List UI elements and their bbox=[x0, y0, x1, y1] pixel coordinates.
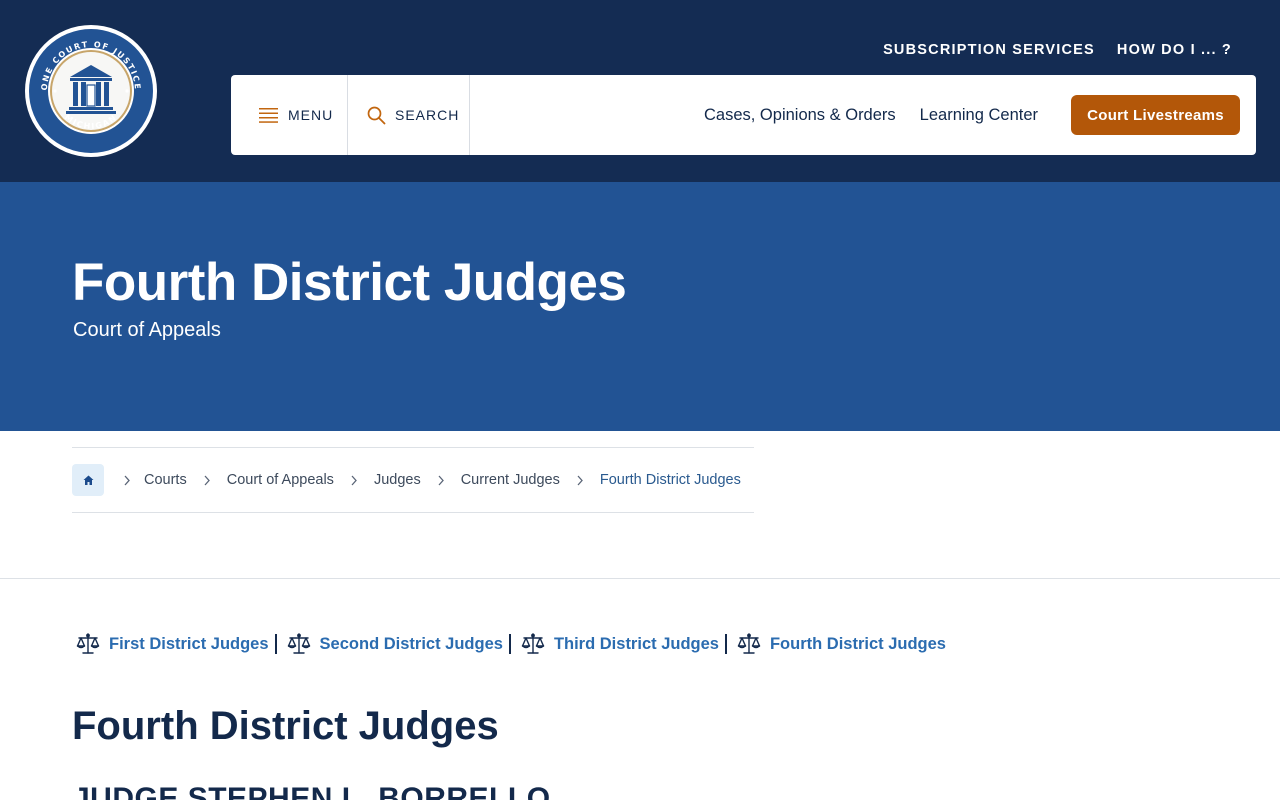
primary-links: Cases, Opinions & Orders Learning Center bbox=[704, 75, 1038, 155]
scales-icon bbox=[76, 633, 100, 654]
how-do-i-link[interactable]: HOW DO I ... ? bbox=[1117, 42, 1232, 58]
menu-label: MENU bbox=[288, 107, 334, 123]
breadcrumb-home[interactable] bbox=[72, 464, 104, 496]
first-district-link[interactable]: First District Judges bbox=[76, 632, 269, 656]
search-label: SEARCH bbox=[395, 107, 460, 123]
district-label: Third District Judges bbox=[553, 634, 719, 653]
third-district-link[interactable]: Third District Judges bbox=[521, 632, 719, 656]
judge-name: JUDGE STEPHEN L. BORRELLO bbox=[73, 782, 551, 800]
chevron-right-icon bbox=[118, 470, 136, 490]
second-district-link[interactable]: Second District Judges bbox=[287, 632, 503, 656]
district-label: First District Judges bbox=[109, 634, 269, 653]
learning-center-link[interactable]: Learning Center bbox=[920, 106, 1038, 125]
page-hero: Fourth District Judges Court of Appeals bbox=[0, 182, 1280, 431]
breadcrumb-courts[interactable]: Courts bbox=[144, 472, 187, 488]
chevron-right-icon bbox=[421, 470, 461, 490]
chevron-right-icon bbox=[187, 470, 227, 490]
breadcrumb: Courts Court of Appeals Judges Current J… bbox=[72, 447, 754, 513]
separator bbox=[274, 634, 277, 654]
district-label: Second District Judges bbox=[319, 634, 503, 653]
utility-nav: SUBSCRIPTION SERVICES HOW DO I ... ? bbox=[883, 42, 1232, 58]
search-icon bbox=[367, 106, 386, 124]
hamburger-icon bbox=[259, 108, 278, 123]
breadcrumb-judges[interactable]: Judges bbox=[374, 472, 421, 488]
section-title: Fourth District Judges bbox=[72, 704, 499, 748]
search-button[interactable]: SEARCH bbox=[348, 75, 470, 155]
site-header: ONE COURT OF JUSTICE MICHIGAN SUBSCRIPTI… bbox=[0, 0, 1280, 182]
chevron-right-icon bbox=[334, 470, 374, 490]
district-label: Fourth District Judges bbox=[769, 634, 946, 653]
page-title: Fourth District Judges bbox=[72, 253, 627, 312]
page-subtitle: Court of Appeals bbox=[73, 319, 221, 341]
section-divider bbox=[0, 578, 1280, 579]
fourth-district-link[interactable]: Fourth District Judges bbox=[737, 632, 946, 656]
breadcrumb-court-of-appeals[interactable]: Court of Appeals bbox=[227, 472, 334, 488]
separator bbox=[508, 634, 511, 654]
breadcrumb-current-judges[interactable]: Current Judges bbox=[461, 472, 560, 488]
main-navbar: MENU SEARCH Cases, Opinions & Orders Lea… bbox=[231, 75, 1256, 155]
cases-opinions-orders-link[interactable]: Cases, Opinions & Orders bbox=[704, 106, 896, 125]
breadcrumb-current-page: Fourth District Judges bbox=[599, 472, 741, 488]
court-seal-icon: ONE COURT OF JUSTICE MICHIGAN bbox=[26, 26, 156, 156]
subscription-services-link[interactable]: SUBSCRIPTION SERVICES bbox=[883, 42, 1095, 58]
menu-button[interactable]: MENU bbox=[231, 75, 348, 155]
court-logo[interactable]: ONE COURT OF JUSTICE MICHIGAN bbox=[25, 25, 157, 157]
home-icon bbox=[83, 475, 93, 485]
scales-icon bbox=[287, 633, 310, 654]
scales-icon bbox=[521, 633, 545, 654]
court-livestreams-button[interactable]: Court Livestreams bbox=[1071, 95, 1240, 135]
chevron-right-icon bbox=[560, 470, 600, 490]
separator bbox=[724, 634, 727, 654]
scales-icon bbox=[737, 633, 761, 654]
district-links: First District Judges Second District Ju… bbox=[76, 632, 946, 656]
